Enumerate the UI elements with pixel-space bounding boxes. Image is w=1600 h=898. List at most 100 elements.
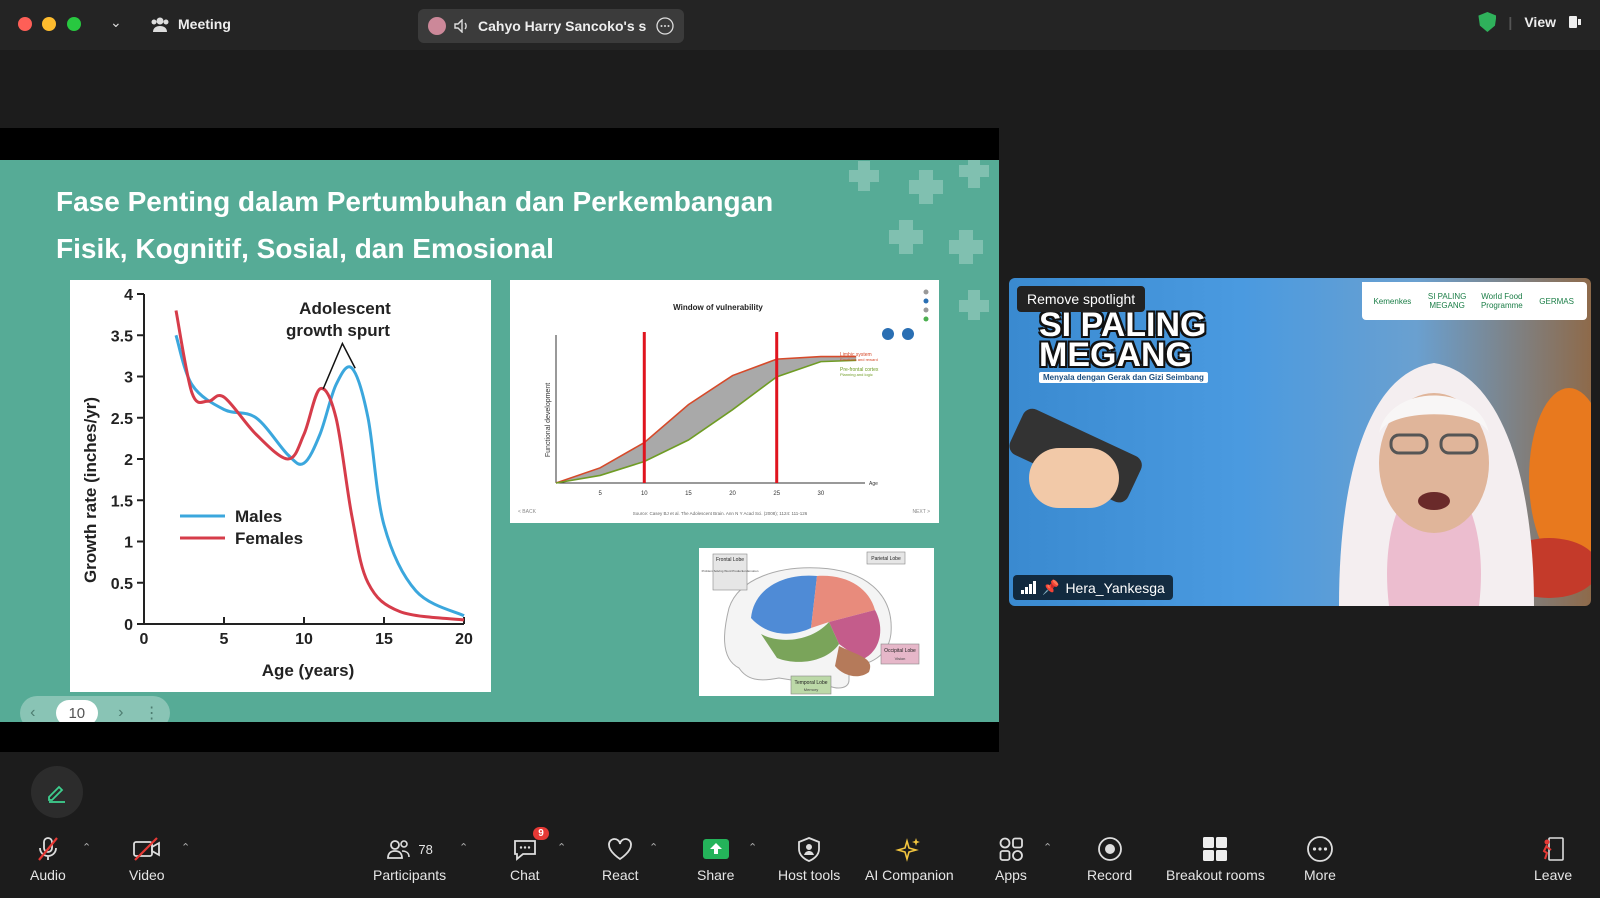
record-button[interactable]: Record <box>1087 835 1132 883</box>
chart1-title: Adolescent growth spurt <box>286 299 391 340</box>
speaker-volume-icon <box>454 19 467 33</box>
chart1-y-tick-label: 0 <box>124 617 133 634</box>
chart2-x-tick-label: 20 <box>729 491 736 497</box>
chart2-gap-area <box>556 356 857 483</box>
leave-door-icon <box>1542 837 1564 861</box>
speaker-avatar <box>428 17 446 35</box>
audio-icon[interactable] <box>902 328 914 340</box>
brain-lobes-diagram: Frontal Lobe Problem Solving Word Produc… <box>702 551 920 695</box>
breakout-rooms-button[interactable]: Breakout rooms <box>1166 835 1265 883</box>
chat-button[interactable]: 9 Chat <box>510 827 549 883</box>
growth-chart-panel: Growth rate (inches/yr) Age (years) Adol… <box>70 280 491 692</box>
slide-title-line2: Fisik, Kognitif, Sosial, dan Emosional <box>56 233 554 264</box>
replay-icon[interactable] <box>882 328 894 340</box>
chart1-ylabel: Growth rate (inches/yr) <box>81 397 100 583</box>
next-link[interactable]: NEXT > <box>912 509 930 515</box>
participant-name-tag: 📌 Hera_Yankesga <box>1013 575 1173 600</box>
more-button[interactable]: More <box>1304 835 1336 883</box>
video-button[interactable]: Video <box>129 835 165 883</box>
chart1-y-tick-label: 3 <box>124 370 133 387</box>
leave-button[interactable]: Leave <box>1534 835 1572 883</box>
brand-line2: MEGANG <box>1039 336 1192 374</box>
share-screen-button[interactable]: Share <box>697 835 734 883</box>
ai-companion-button[interactable]: AI Companion <box>865 835 954 883</box>
occipital-lobe-sub: Vision <box>895 656 906 661</box>
apps-button[interactable]: Apps <box>995 835 1027 883</box>
participants-group-icon <box>151 17 169 32</box>
minimize-window-button[interactable] <box>42 17 56 31</box>
nav-dot-3[interactable] <box>923 307 929 313</box>
chart1-series-males <box>174 334 465 618</box>
meeting-label: Meeting <box>178 16 231 32</box>
pencil-icon <box>48 785 65 803</box>
apps-label: Apps <box>995 867 1027 883</box>
chat-options-caret[interactable]: ⌃ <box>557 841 566 854</box>
microphone-muted-icon <box>38 837 58 861</box>
leave-label: Leave <box>1534 867 1573 883</box>
chart2-legend-note: Emotions and reward <box>840 357 878 362</box>
more-icon <box>1307 836 1333 862</box>
temporal-lobe-label: Temporal Lobe <box>794 680 827 686</box>
chart1-y-tick-label: 2 <box>124 452 133 469</box>
nav-dot-2[interactable] <box>923 298 929 304</box>
chat-label: Chat <box>510 867 540 883</box>
host-tools-button[interactable]: Host tools <box>778 835 840 883</box>
view-controls: | View <box>1478 12 1582 32</box>
react-button[interactable]: React <box>602 835 639 883</box>
close-window-button[interactable] <box>18 17 32 31</box>
brand-tagline: Menyala dengan Gerak dan Gizi Seimbang <box>1039 372 1208 383</box>
audio-options-caret[interactable]: ⌃ <box>82 841 91 854</box>
slide-more-icon[interactable]: ⋮ <box>144 703 160 722</box>
annotate-button[interactable] <box>31 766 83 818</box>
chart2-title: Window of vulnerability <box>673 303 763 312</box>
chart2-x-tick-label: 30 <box>818 491 825 497</box>
participants-options-caret[interactable]: ⌃ <box>459 841 468 854</box>
back-link[interactable]: < BACK <box>518 509 537 515</box>
participants-button[interactable]: 78 Participants <box>373 835 446 883</box>
chart1-x-tick-label: 5 <box>220 631 229 648</box>
next-slide-button[interactable]: › <box>118 704 123 722</box>
heart-icon <box>608 838 633 861</box>
chevron-down-icon[interactable]: ⌄ <box>110 14 122 31</box>
chart1-x-tick-label: 15 <box>375 631 393 648</box>
nav-dot-4[interactable] <box>923 316 929 322</box>
audio-button[interactable]: Audio <box>30 835 66 883</box>
vulnerability-chart-panel: Window of vulnerability Functional devel… <box>510 280 939 523</box>
chart1-title-line2: growth spurt <box>286 321 390 340</box>
chart1-x-tick-label: 10 <box>295 631 313 648</box>
slide-page-number[interactable]: 10 <box>55 700 98 722</box>
host-tools-shield-icon <box>798 837 821 862</box>
remove-spotlight-button[interactable]: Remove spotlight <box>1017 286 1146 312</box>
logo-wfp: World Food Programme <box>1480 292 1523 310</box>
chart1-y-tick-label: 4 <box>124 287 133 304</box>
share-options-caret[interactable]: ⌃ <box>748 841 757 854</box>
parietal-lobe-label: Parietal Lobe <box>871 556 901 562</box>
share-letterbox-bottom <box>0 722 999 752</box>
previous-slide-button[interactable]: ‹ <box>30 704 35 722</box>
chat-bubble-icon <box>513 840 536 861</box>
encryption-shield-icon[interactable] <box>1478 12 1497 32</box>
more-options-icon[interactable] <box>656 17 674 35</box>
view-button[interactable]: View <box>1524 14 1556 30</box>
spotlight-video-tile[interactable]: SI PALING MEGANG Menyala dengan Gerak da… <box>1009 278 1591 606</box>
chart1-y-tick-label: 2.5 <box>111 411 133 428</box>
meeting-menu[interactable]: Meeting <box>150 16 231 32</box>
zoom-window-button[interactable] <box>67 17 81 31</box>
react-options-caret[interactable]: ⌃ <box>649 841 658 854</box>
window-of-vulnerability-chart: Window of vulnerability Functional devel… <box>518 289 930 516</box>
chart2-legend-note: Planning and logic <box>840 372 873 377</box>
active-speaker-pill[interactable]: Cahyo Harry Sancoko's s <box>418 9 684 43</box>
view-layout-icon[interactable] <box>1568 15 1582 29</box>
share-letterbox-top <box>0 128 999 161</box>
breakout-rooms-icon <box>1203 837 1228 861</box>
chart1-title-line1: Adolescent <box>299 299 391 318</box>
signal-strength-icon <box>1021 581 1036 594</box>
chart1-y-tick-label: 0.5 <box>111 576 133 593</box>
apps-options-caret[interactable]: ⌃ <box>1043 841 1052 854</box>
chat-unread-badge: 9 <box>533 827 549 840</box>
video-options-caret[interactable]: ⌃ <box>181 841 190 854</box>
record-icon <box>1097 837 1122 861</box>
chart2-x-tick-label: 5 <box>598 491 602 497</box>
nav-dot-1[interactable] <box>923 289 929 295</box>
participants-label: Participants <box>373 867 447 883</box>
